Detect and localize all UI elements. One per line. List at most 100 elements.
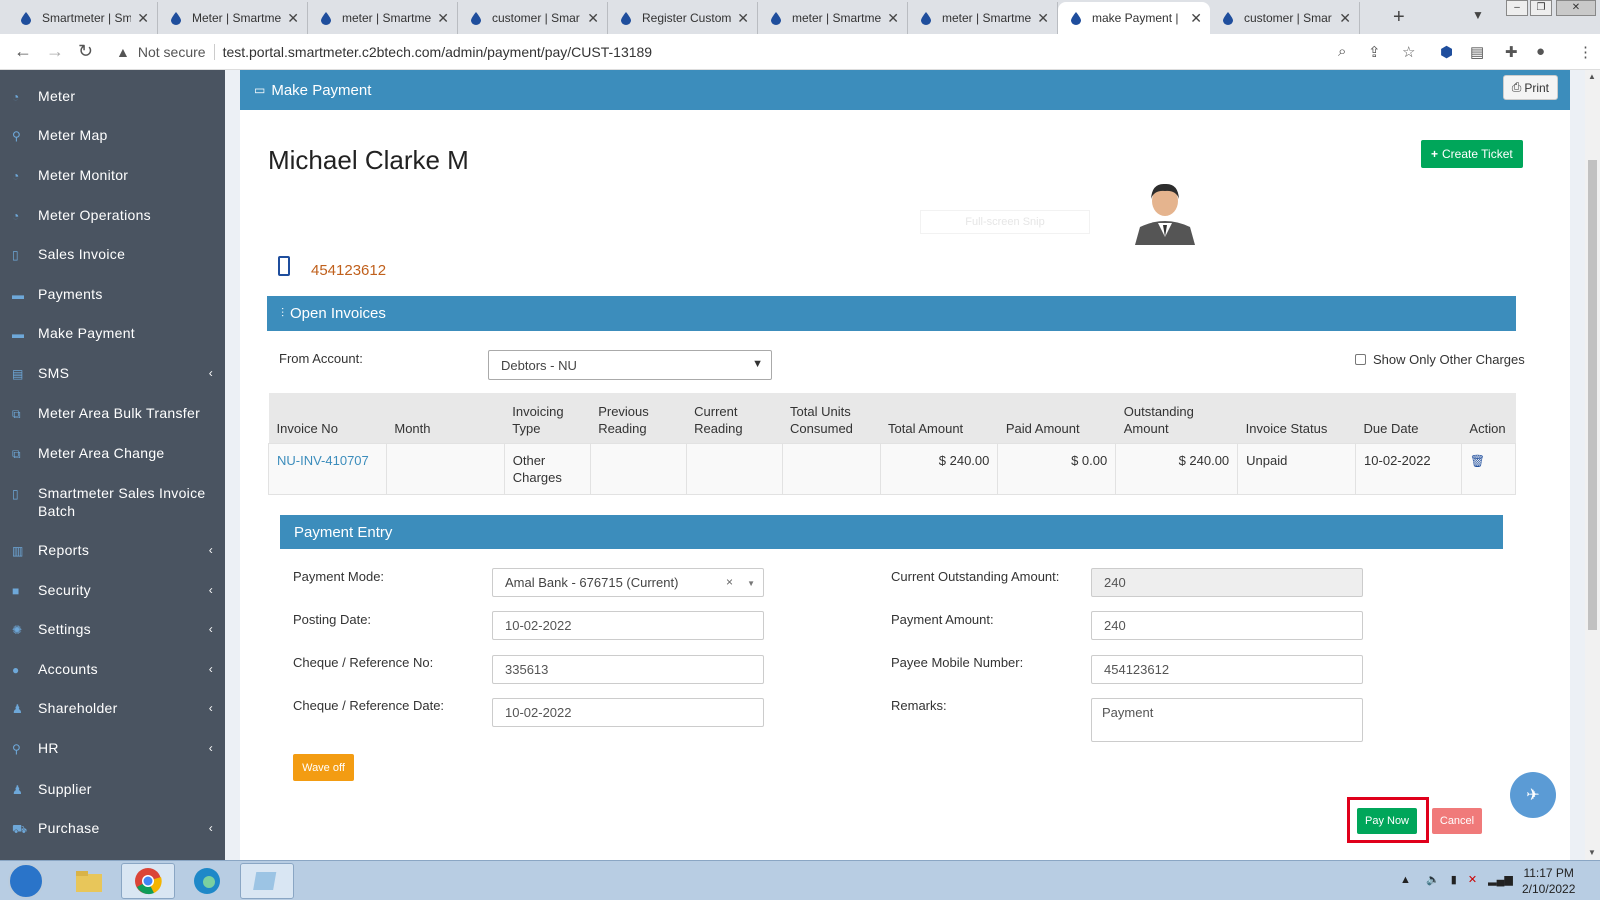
remarks-textarea[interactable]: Payment <box>1091 698 1363 742</box>
show-only-other-charges-checkbox[interactable] <box>1355 354 1366 365</box>
profile-icon[interactable]: ● <box>1536 43 1545 60</box>
snipping-tool-icon[interactable] <box>240 863 294 899</box>
puzzle-icon[interactable]: ✚ <box>1505 43 1518 61</box>
sidebar-item-meter-map[interactable]: ⚲ Meter Map <box>0 126 225 146</box>
credit-card-icon: ▭ <box>254 83 266 97</box>
forward-icon[interactable]: → <box>46 41 64 62</box>
sidebar-item-smartmeter-sales-invoice-batch[interactable]: ▯ Smartmeter Sales Invoice Batch <box>0 484 225 520</box>
browser-tab[interactable]: Smartmeter | Sm ✕ <box>8 2 158 34</box>
close-icon[interactable]: ✕ <box>737 10 749 27</box>
sidebar-item-accounts[interactable]: ● Accounts ‹ <box>0 660 225 680</box>
start-button[interactable] <box>8 863 44 899</box>
scroll-top-button[interactable]: ✈ <box>1510 772 1556 818</box>
battery-icon[interactable]: ▮ <box>1451 874 1457 886</box>
column-header: Previous Reading <box>590 393 687 443</box>
network-error-icon[interactable]: ✕ <box>1468 874 1477 886</box>
new-tab-icon[interactable]: + <box>1393 6 1405 29</box>
create-ticket-button[interactable]: + Create Ticket <box>1421 140 1523 168</box>
minimize-icon[interactable]: – <box>1506 0 1528 16</box>
share-icon[interactable]: ⇪ <box>1368 43 1381 61</box>
sidebar-item-hr[interactable]: ⚲ HR ‹ <box>0 739 225 759</box>
reload-icon[interactable]: ↻ <box>78 41 93 62</box>
close-icon[interactable]: ✕ <box>887 10 899 27</box>
clear-icon[interactable]: × <box>726 575 733 589</box>
scroll-up-icon[interactable]: ▲ <box>1588 72 1596 81</box>
browser-tab[interactable]: meter | Smartme ✕ <box>308 2 458 34</box>
chevron-left-icon: ‹ <box>208 543 213 557</box>
restore-icon[interactable]: ❐ <box>1530 0 1552 16</box>
sidebar-item-meter-area-bulk-transfer[interactable]: ⧉ Meter Area Bulk Transfer <box>0 404 225 424</box>
sidebar-item-sales-invoice[interactable]: ▯ Sales Invoice <box>0 245 225 265</box>
signal-icon[interactable]: ▂▄▆ <box>1488 874 1513 886</box>
close-icon[interactable]: ✕ <box>1190 10 1202 27</box>
invoice-status-cell: Unpaid <box>1237 442 1357 495</box>
star-icon[interactable]: ☆ <box>1402 43 1415 61</box>
tab-title: meter | Smartme <box>942 11 1032 25</box>
payee-mobile-input[interactable]: 454123612 <box>1091 655 1363 684</box>
column-header: Due Date <box>1355 393 1462 443</box>
scroll-down-icon[interactable]: ▼ <box>1588 848 1596 857</box>
close-icon[interactable]: ✕ <box>437 10 449 27</box>
chevron-left-icon: ‹ <box>208 622 213 636</box>
browser-tab[interactable]: customer | Smar ✕ <box>458 2 608 34</box>
sidebar-item-payments[interactable]: ▬ Payments <box>0 285 225 305</box>
close-icon[interactable]: ✕ <box>137 10 149 27</box>
payment-mode-select[interactable]: Amal Bank - 676715 (Current) × ▼ <box>492 568 764 597</box>
payment-amount-input[interactable]: 240 <box>1091 611 1363 640</box>
reference-no-input[interactable]: 335613 <box>492 655 764 684</box>
browser-tab[interactable]: meter | Smartme ✕ <box>758 2 908 34</box>
sidebar-item-meter-area-change[interactable]: ⧉ Meter Area Change <box>0 444 225 464</box>
payment-entry-header: Payment Entry <box>280 515 1503 549</box>
zoom-icon[interactable]: ⌕ <box>1338 43 1346 60</box>
sidebar-item-make-payment[interactable]: ▬ Make Payment <box>0 324 225 344</box>
browser-tab-active[interactable]: make Payment | ✕ <box>1058 2 1210 34</box>
pay-now-button[interactable]: Pay Now <box>1357 808 1417 834</box>
volume-icon[interactable]: 🔈 <box>1426 874 1440 886</box>
close-window-icon[interactable]: ✕ <box>1556 0 1596 16</box>
back-icon[interactable]: ← <box>14 41 32 62</box>
menu-icon[interactable]: ⋮ <box>1578 43 1593 61</box>
tray-arrow-icon[interactable]: ▲ <box>1400 874 1411 886</box>
sidebar-item-reports[interactable]: ▥ Reports ‹ <box>0 541 225 561</box>
file-explorer-icon[interactable] <box>62 863 116 899</box>
sidebar: ◔ Meter ⚲ Meter Map ◔ Meter Monitor ◔ Meter … <box>0 70 225 860</box>
sidebar-item-shareholder[interactable]: ♟ Shareholder ‹ <box>0 699 225 719</box>
browser-tab[interactable]: Register Custom ✕ <box>608 2 758 34</box>
from-account-select[interactable]: Debtors - NU ▼ <box>488 350 772 380</box>
cancel-button[interactable]: Cancel <box>1432 808 1482 834</box>
close-icon[interactable]: ✕ <box>1339 10 1351 27</box>
wave-off-button[interactable]: Wave off <box>293 754 354 781</box>
print-button[interactable]: ⎙ Print <box>1502 75 1558 100</box>
browser-tab[interactable]: Meter | Smartme ✕ <box>158 2 308 34</box>
scroll-thumb[interactable] <box>1588 160 1597 630</box>
sidebar-item-meter-monitor[interactable]: ◔ Meter Monitor <box>0 166 225 186</box>
sidebar-item-meter-operations[interactable]: ◔ Meter Operations <box>0 206 225 226</box>
invoice-link[interactable]: NU-INV-410707 <box>277 453 369 468</box>
sidebar-item-meter[interactable]: ◔ Meter <box>0 87 225 107</box>
sidebar-item-settings[interactable]: ✺ Settings ‹ <box>0 620 225 640</box>
extension-shield-icon[interactable]: ⬢ <box>1440 43 1453 61</box>
trash-icon[interactable]: 🗑 <box>1470 454 1485 468</box>
close-icon[interactable]: ✕ <box>1037 10 1049 27</box>
browser-tab[interactable]: customer | Smar ✕ <box>1210 2 1360 34</box>
page-scrollbar[interactable]: ▲ ▼ <box>1585 70 1600 860</box>
close-icon[interactable]: ✕ <box>587 10 599 27</box>
posting-date-input[interactable]: 10-02-2022 <box>492 611 764 640</box>
chrome-icon[interactable] <box>121 863 175 899</box>
edge-icon[interactable] <box>180 863 234 899</box>
sidebar-item-supplier[interactable]: ♟ Supplier <box>0 780 225 800</box>
reference-date-input[interactable]: 10-02-2022 <box>492 698 764 727</box>
sidebar-item-purchase[interactable]: ⛟ Purchase ‹ <box>0 819 225 839</box>
sidebar-item-security[interactable]: ■ Security ‹ <box>0 581 225 601</box>
browser-tab[interactable]: meter | Smartme ✕ <box>908 2 1058 34</box>
mobile-phone-icon <box>278 256 290 276</box>
url-text: test.portal.smartmeter.c2btech.com/admin… <box>222 44 653 60</box>
clipboard-icon[interactable]: ▤ <box>1470 43 1484 61</box>
close-icon[interactable]: ✕ <box>287 10 299 27</box>
column-header: Total Amount <box>880 393 998 443</box>
url-field[interactable]: ▲ Not secure test.portal.smartmeter.c2bt… <box>110 39 1395 65</box>
chevron-down-icon[interactable]: ▼ <box>1472 8 1484 22</box>
warning-icon: ▲ <box>116 44 130 60</box>
sidebar-item-sms[interactable]: ▤ SMS ‹ <box>0 364 225 384</box>
taskbar-clock[interactable]: 11:17 PM 2/10/2022 <box>1522 865 1575 897</box>
